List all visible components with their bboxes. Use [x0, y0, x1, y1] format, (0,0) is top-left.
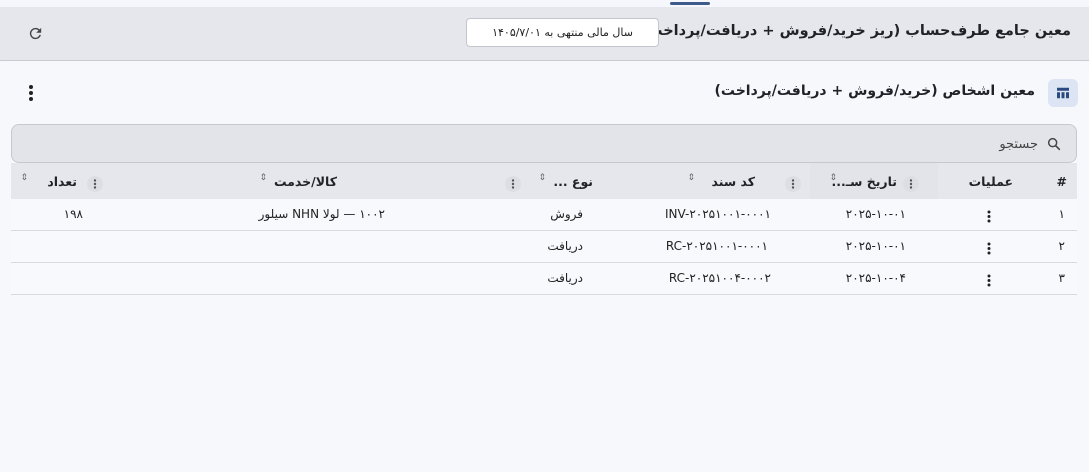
more-vertical-icon — [987, 274, 991, 286]
col-qty-label: تعداد — [47, 174, 77, 189]
sort-icon[interactable]: ⇕ — [20, 174, 28, 183]
more-vertical-icon — [29, 85, 33, 101]
col-date-label: تاریخ سـ... — [831, 174, 897, 189]
sort-icon[interactable]: ⇕ — [259, 174, 267, 183]
search-bar — [11, 124, 1077, 163]
col-index: # — [1046, 163, 1077, 199]
col-item[interactable]: کالا/خدمت ⇕ — [109, 163, 493, 199]
panel-header: معین اشخاص (خرید/فروش + دریافت/پرداخت) — [0, 61, 1089, 123]
table-row[interactable]: ۲ ۲۰۲۵-۱۰-۰۱ RC-۲۰۲۵۱۰۰۱-۰۰۰۱ دریافت — [11, 231, 1077, 263]
cell-code: RC-۲۰۲۵۱۰۰۱-۰۰۰۱ — [665, 239, 768, 253]
col-item-label: کالا/خدمت — [273, 174, 337, 189]
table-icon — [1048, 79, 1078, 107]
cell-date: ۲۰۲۵-۱۰-۰۱ — [845, 239, 906, 253]
page-title: معین جامع طرف‌حساب (ریز خرید/فروش + دریا… — [641, 23, 1071, 39]
cell-date: ۲۰۲۵-۱۰-۰۴ — [845, 271, 906, 285]
col-code-label: کد سند — [711, 174, 755, 189]
report-header: معین جامع طرف‌حساب (ریز خرید/فروش + دریا… — [0, 7, 1089, 61]
sort-icon[interactable]: ⇕ — [538, 174, 546, 183]
col-ops-label: عملیات — [968, 174, 1013, 189]
cell-qty: ۱۹۸ — [63, 207, 83, 221]
cell-code: INV-۲۰۲۵۱۰۰۱-۰۰۰۱ — [664, 207, 771, 221]
more-vertical-icon — [987, 210, 991, 222]
col-ops: عملیات — [938, 163, 1046, 199]
sort-icon[interactable]: ⇕ — [687, 174, 695, 183]
column-menu-icon[interactable] — [87, 176, 103, 192]
top-accent — [0, 0, 1089, 7]
row-actions-button[interactable] — [984, 272, 994, 288]
col-type-label: نوع ... — [553, 174, 593, 189]
cell-type: فروش — [550, 207, 583, 221]
cell-index: ۲ — [1058, 239, 1065, 253]
col-index-label: # — [1056, 174, 1067, 189]
refresh-icon — [29, 27, 41, 39]
ledger-panel: معین اشخاص (خرید/فروش + دریافت/پرداخت) #… — [0, 61, 1089, 472]
cell-index: ۱ — [1058, 207, 1065, 221]
table-row[interactable]: ۱ ۲۰۲۵-۱۰-۰۱ INV-۲۰۲۵۱۰۰۱-۰۰۰۱ فروش ۱۰۰۲… — [11, 199, 1077, 231]
sort-icon[interactable]: ⇕ — [829, 174, 837, 183]
table-row[interactable]: ۳ ۲۰۲۵-۱۰-۰۴ RC-۲۰۲۵۱۰۰۴-۰۰۰۲ دریافت — [11, 263, 1077, 295]
panel-more-menu-button[interactable] — [22, 81, 40, 105]
col-type[interactable]: نوع ... ⇕ — [493, 163, 621, 199]
panel-title: معین اشخاص (خرید/فروش + دریافت/پرداخت) — [714, 83, 1035, 99]
col-qty[interactable]: تعداد ⇕ — [11, 163, 109, 199]
table-header: # عملیات تاریخ سـ... ⇕ کد سند ⇕ نوع ... … — [11, 163, 1077, 199]
search-input[interactable] — [138, 131, 1038, 157]
cell-code: RC-۲۰۲۵۱۰۰۴-۰۰۰۲ — [668, 271, 771, 285]
cell-date: ۲۰۲۵-۱۰-۰۱ — [845, 207, 906, 221]
row-actions-button[interactable] — [984, 208, 994, 224]
column-menu-icon[interactable] — [785, 176, 801, 192]
fiscal-year-button[interactable]: سال مالی منتهی به ۱۴۰۵/۷/۰۱ — [466, 18, 659, 47]
col-code[interactable]: کد سند ⇕ — [621, 163, 810, 199]
cell-type: دریافت — [547, 239, 583, 253]
active-tab-indicator — [670, 2, 710, 5]
more-vertical-icon — [987, 242, 991, 254]
cell-index: ۳ — [1058, 271, 1065, 285]
refresh-button[interactable] — [24, 22, 46, 44]
cell-type: دریافت — [547, 271, 583, 285]
search-icon — [1047, 137, 1061, 151]
column-menu-icon[interactable] — [505, 176, 521, 192]
cell-item: ۱۰۰۲ — لولا NHN سیلور — [258, 207, 385, 221]
row-actions-button[interactable] — [984, 240, 994, 256]
column-menu-icon[interactable] — [903, 176, 919, 192]
